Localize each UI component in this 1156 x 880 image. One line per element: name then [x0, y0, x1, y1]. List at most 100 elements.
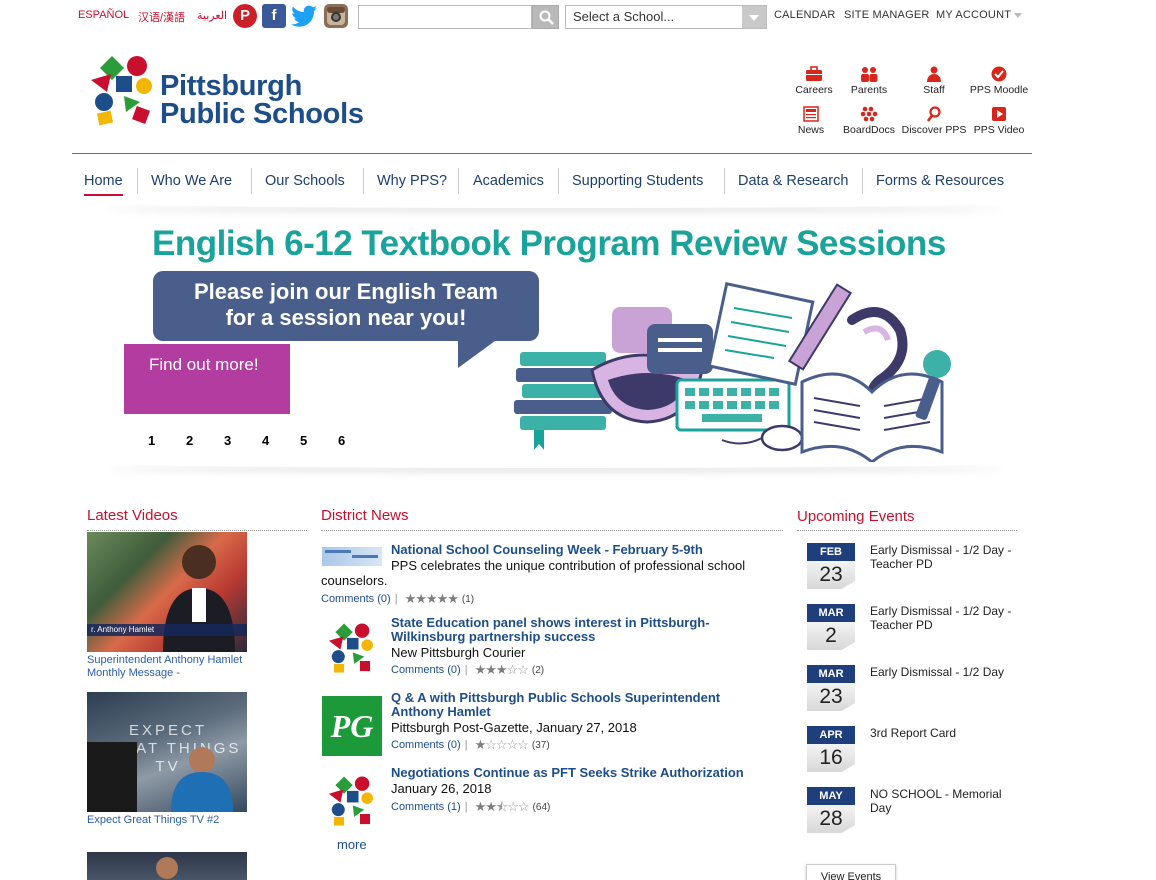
slide-dot-4[interactable]: 4 [262, 433, 269, 448]
comments-link[interactable]: Comments (1) [391, 801, 461, 813]
nav-why-pps[interactable]: Why PPS? [377, 166, 447, 196]
facebook-icon[interactable]: f [262, 4, 286, 28]
event-text-4[interactable]: 3rd Report Card [870, 726, 1012, 740]
nav-divider [137, 168, 138, 194]
parents-icon [861, 67, 878, 82]
newspaper-icon [803, 106, 819, 122]
rating-stars[interactable]: ★★⯪☆☆ [475, 798, 530, 820]
person-icon [156, 857, 178, 879]
rating-stars[interactable]: ★★★★★ [405, 591, 459, 607]
news-sub-3: Pittsburgh Post-Gazette, January 27, 201… [391, 720, 637, 735]
slide-dot-2[interactable]: 2 [186, 433, 193, 448]
boarddocs-icon [860, 106, 878, 122]
instagram-icon[interactable] [324, 4, 348, 28]
rating-stars[interactable]: ★★★☆☆ [475, 662, 529, 678]
video-thumb-3[interactable] [87, 852, 247, 880]
event-date-2[interactable]: MAR 2 [807, 604, 855, 650]
pps-logo-thumb-icon[interactable] [328, 775, 376, 827]
rating-count: (64) [532, 802, 551, 813]
nav-data-research[interactable]: Data & Research [738, 166, 848, 196]
nav-our-schools[interactable]: Our Schools [265, 166, 345, 196]
lang-spanish-link[interactable]: ESPAÑOL [78, 9, 129, 21]
news-title-2[interactable]: State Education panel shows interest in … [391, 616, 751, 644]
news-sub-1: PPS celebrates the unique contribution o… [321, 558, 746, 588]
event-date-3[interactable]: MAR 23 [807, 665, 855, 711]
slide-dot-5[interactable]: 5 [300, 433, 307, 448]
event-month: MAR [807, 604, 855, 622]
bubble-line-1: Please join our English Team [193, 279, 498, 304]
nav-forms-resources[interactable]: Forms & Resources [876, 166, 1004, 196]
news-title-1[interactable]: National School Counseling Week - Februa… [391, 543, 781, 557]
school-select-value: Select a School... [573, 9, 675, 24]
district-news-rule [321, 530, 783, 531]
presenter-icon [171, 747, 233, 812]
event-date-4[interactable]: APR 16 [807, 726, 855, 772]
quicklink-label: Careers [795, 84, 833, 96]
nav-who-we-are[interactable]: Who We Are [151, 166, 232, 196]
bubble-line-2: for a session near you! [225, 305, 467, 330]
nav-divider [458, 168, 459, 194]
staff-icon [927, 66, 941, 82]
video-caption-1[interactable]: Superintendent Anthony Hamlet Monthly Me… [87, 654, 252, 680]
lang-chinese-link[interactable]: 汉语/漢語 [138, 9, 185, 25]
thumb-line [325, 550, 351, 553]
play-icon [992, 107, 1006, 121]
twitter-icon[interactable] [291, 4, 319, 28]
comments-link[interactable]: Comments (0) [391, 664, 461, 676]
video-caption-2[interactable]: Expect Great Things TV #2 [87, 814, 252, 827]
view-events-button[interactable]: View Events [806, 864, 896, 880]
news-title-4[interactable]: Negotiations Continue as PFT Seeks Strik… [391, 766, 781, 780]
event-day: 28 [807, 805, 855, 833]
rating-count: (2) [531, 665, 545, 676]
utility-bar: ESPAÑOL 汉语/漢語 العربية P f Select a Schoo… [0, 0, 1156, 36]
pps-logo-thumb-icon[interactable] [328, 622, 376, 674]
slide-dot-3[interactable]: 3 [224, 433, 231, 448]
event-day: 16 [807, 744, 855, 772]
site-manager-link[interactable]: SITE MANAGER [844, 9, 930, 21]
banner-title: English 6-12 Textbook Program Review Ses… [152, 224, 946, 263]
quicklink-pps-moodle[interactable]: PPS Moodle [961, 66, 1037, 96]
slide-dot-1[interactable]: 1 [148, 433, 155, 448]
calendar-link[interactable]: CALENDAR [774, 9, 836, 21]
upcoming-events-rule [797, 530, 1017, 531]
nav-top-rule [72, 153, 1032, 154]
district-news-title: District News [321, 507, 409, 524]
event-text-1[interactable]: Early Dismissal - 1/2 Day - Teacher PD [870, 543, 1012, 571]
quicklink-label: Staff [923, 84, 945, 96]
event-text-2[interactable]: Early Dismissal - 1/2 Day - Teacher PD [870, 604, 1012, 632]
news-more-link[interactable]: more [337, 837, 367, 852]
nav-academics[interactable]: Academics [473, 166, 544, 196]
chevron-down-icon [742, 6, 766, 28]
nav-divider [251, 168, 252, 194]
my-account-link[interactable]: MY ACCOUNT [936, 9, 1011, 21]
logo-wordmark: Pittsburgh Public Schools [160, 72, 364, 129]
news-sub-4: January 26, 2018 [391, 781, 492, 796]
event-day: 23 [807, 561, 855, 589]
school-select[interactable]: Select a School... [565, 5, 767, 29]
event-day: 23 [807, 683, 855, 711]
nav-supporting-students[interactable]: Supporting Students [572, 166, 703, 196]
lang-arabic-link[interactable]: العربية [197, 9, 227, 22]
event-date-5[interactable]: MAY 28 [807, 787, 855, 833]
post-gazette-logo[interactable]: PG [322, 696, 382, 756]
event-date-1[interactable]: FEB 23 [807, 543, 855, 589]
video-thumb-superintendent[interactable]: r. Anthony Hamlet [87, 532, 247, 652]
comments-link[interactable]: Comments (0) [391, 739, 461, 751]
nav-shadow [105, 198, 1005, 208]
quicklink-pps-video[interactable]: PPS Video [961, 106, 1037, 136]
pps-logo[interactable]: Pittsburgh Public Schools [90, 54, 410, 134]
event-text-3[interactable]: Early Dismissal - 1/2 Day [870, 665, 1012, 679]
news-title-3[interactable]: Q & A with Pittsburgh Public Schools Sup… [391, 691, 761, 719]
nav-home[interactable]: Home [84, 166, 123, 196]
comments-link[interactable]: Comments (0) [321, 593, 391, 605]
video-lower-third: r. Anthony Hamlet [87, 624, 247, 636]
find-out-more-button[interactable]: Find out more! [124, 344, 290, 414]
rating-stars[interactable]: ★☆☆☆☆ [475, 737, 529, 753]
quicklink-label: BoardDocs [843, 124, 895, 136]
search-button[interactable] [532, 5, 559, 29]
slide-dot-6[interactable]: 6 [338, 433, 345, 448]
video-thumb-expect-great-things[interactable]: EXPECT GREAT THINGS TV [87, 692, 247, 812]
event-text-5[interactable]: NO SCHOOL - Memorial Day [870, 787, 1012, 815]
search-input[interactable] [358, 5, 532, 29]
pinterest-icon[interactable]: P [233, 4, 257, 28]
